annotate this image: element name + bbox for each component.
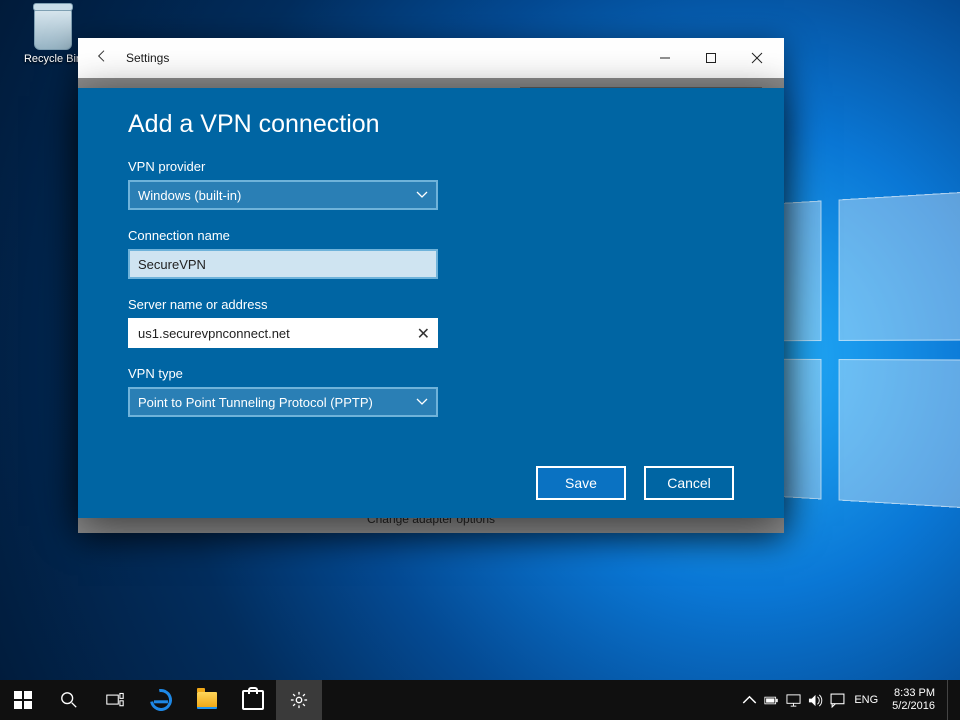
clear-input-icon[interactable]: ✕	[417, 324, 430, 344]
show-desktop-button[interactable]	[947, 680, 954, 720]
chevron-down-icon	[416, 396, 428, 411]
maximize-button[interactable]	[688, 43, 734, 73]
taskbar-edge[interactable]	[138, 680, 184, 720]
connection-name-value: SecureVPN	[138, 257, 206, 272]
edge-icon	[146, 685, 177, 716]
tray-battery-icon[interactable]	[760, 680, 782, 720]
tray-chevron-up-icon[interactable]	[738, 680, 760, 720]
gear-icon	[290, 691, 308, 709]
file-explorer-icon	[197, 692, 217, 709]
vpn-provider-label: VPN provider	[128, 159, 734, 174]
vpn-type-label: VPN type	[128, 366, 734, 381]
connection-name-label: Connection name	[128, 228, 734, 243]
chevron-down-icon	[416, 189, 428, 204]
tray-clock[interactable]: 8:33 PM 5/2/2016	[884, 687, 943, 713]
start-button[interactable]	[0, 680, 46, 720]
store-icon	[242, 690, 264, 710]
taskbar-settings[interactable]	[276, 680, 322, 720]
taskbar-file-explorer[interactable]	[184, 680, 230, 720]
search-button[interactable]	[46, 680, 92, 720]
tray-language[interactable]: ENG	[848, 695, 884, 706]
server-address-value: us1.securevpnconnect.net	[138, 326, 290, 341]
modal-title: Add a VPN connection	[128, 110, 734, 139]
recycle-bin-icon	[34, 8, 72, 50]
cancel-button[interactable]: Cancel	[644, 466, 734, 500]
back-button[interactable]	[82, 48, 122, 69]
save-button[interactable]: Save	[536, 466, 626, 500]
settings-titlebar: Settings	[78, 38, 784, 78]
server-address-label: Server name or address	[128, 297, 734, 312]
close-button[interactable]	[734, 43, 780, 73]
tray-notifications-icon[interactable]	[826, 680, 848, 720]
task-view-button[interactable]	[92, 680, 138, 720]
minimize-button[interactable]	[642, 43, 688, 73]
connection-name-input[interactable]: SecureVPN	[128, 249, 438, 279]
vpn-provider-value: Windows (built-in)	[138, 188, 241, 203]
taskbar: ENG 8:33 PM 5/2/2016	[0, 680, 960, 720]
desktop: Recycle Bin Settings NETWORK & INTERNET …	[0, 0, 960, 720]
vpn-type-value: Point to Point Tunneling Protocol (PPTP)	[138, 395, 373, 410]
tray-date: 5/2/2016	[892, 700, 935, 713]
tray-volume-icon[interactable]	[804, 680, 826, 720]
server-address-input[interactable]: us1.securevpnconnect.net ✕	[128, 318, 438, 348]
window-title: Settings	[122, 51, 642, 65]
taskbar-store[interactable]	[230, 680, 276, 720]
add-vpn-modal: Add a VPN connection VPN provider Window…	[78, 88, 784, 518]
tray-network-icon[interactable]	[782, 680, 804, 720]
vpn-provider-dropdown[interactable]: Windows (built-in)	[128, 180, 438, 210]
vpn-type-dropdown[interactable]: Point to Point Tunneling Protocol (PPTP)	[128, 387, 438, 417]
tray-time: 8:33 PM	[892, 687, 935, 700]
